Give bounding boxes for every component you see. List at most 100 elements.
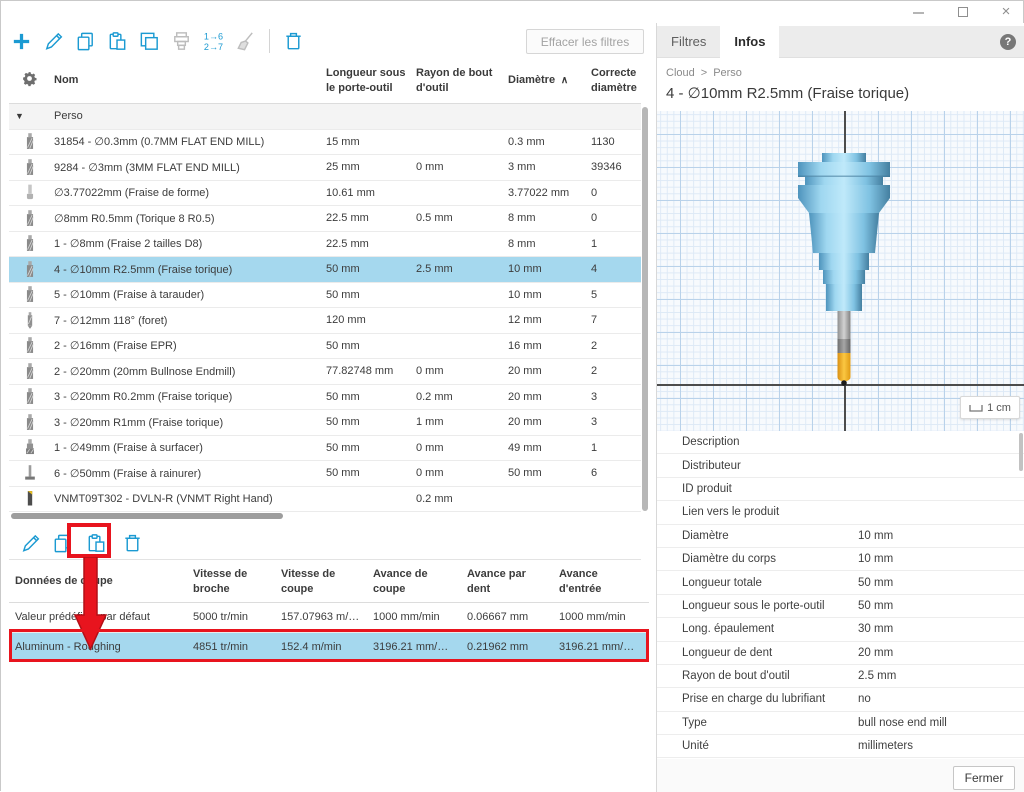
- tool-row[interactable]: 31854 - ∅0.3mm (0.7MM FLAT END MILL)15 m…: [9, 130, 641, 156]
- property-value: bull nose end mill: [852, 717, 947, 729]
- properties-scrollbar[interactable]: [1019, 433, 1023, 471]
- tool-cell-radius: 0.2 mm: [416, 391, 508, 403]
- breadcrumb-perso[interactable]: Perso: [713, 67, 742, 79]
- tool-cell-radius: 0 mm: [416, 442, 508, 454]
- paste-cutting-data-icon[interactable]: [85, 532, 109, 556]
- property-label: Longueur sous le porte-outil: [657, 600, 852, 612]
- tool-row[interactable]: 3 - ∅20mm R1mm (Fraise torique)50 mm1 mm…: [9, 410, 641, 436]
- property-value: 50 mm: [852, 577, 893, 589]
- cutting-data-toolbar: [9, 528, 641, 560]
- maximize-button-icon[interactable]: [950, 3, 976, 21]
- vertical-scrollbar[interactable]: [642, 107, 648, 513]
- panel-footer: Fermer: [657, 759, 1024, 792]
- column-header[interactable]: Correctediamètre: [591, 66, 641, 96]
- tool-row[interactable]: 4 - ∅10mm R2.5mm (Fraise torique)50 mm2.…: [9, 257, 641, 283]
- property-row: ID produit: [657, 478, 1024, 501]
- tool-cell-length: 77.82748 mm: [326, 365, 416, 377]
- tool-cell-name: 3 - ∅20mm R0.2mm (Fraise torique): [54, 390, 326, 403]
- cutting-column-header: Vitesse decoupe: [275, 567, 367, 597]
- tool-group-row[interactable]: ▼Perso: [9, 104, 641, 130]
- copy-tool-icon[interactable]: [73, 29, 98, 54]
- tool-cell-diameter: 8 mm: [508, 212, 591, 224]
- property-value: 10 mm: [852, 553, 893, 565]
- property-row: Distributeur: [657, 454, 1024, 477]
- tool-cell-length: 50 mm: [326, 289, 416, 301]
- paste-tool-icon[interactable]: [105, 29, 130, 54]
- property-label: Diamètre: [657, 530, 852, 542]
- tool-cell-diameter: 16 mm: [508, 340, 591, 352]
- cutting-column-header: Avanced'entrée: [553, 567, 649, 597]
- breadcrumb-cloud[interactable]: Cloud: [666, 67, 695, 79]
- tool-properties: DescriptionDistributeurID produitLien ve…: [657, 431, 1024, 758]
- tool-3d-viewport[interactable]: 1 cm: [657, 111, 1024, 431]
- tool-cell-length: 50 mm: [326, 416, 416, 428]
- edit-cutting-data-icon[interactable]: [19, 532, 43, 556]
- tool-cell-offset: 2: [591, 365, 641, 377]
- tool-cell-radius: 0 mm: [416, 365, 508, 377]
- property-label: Distributeur: [657, 460, 852, 472]
- property-value: 50 mm: [852, 600, 893, 612]
- column-header[interactable]: Rayon de boutd'outil: [416, 66, 508, 96]
- tool-library-panel: 1→62→7 Effacer les filtres NomLongueur s…: [1, 23, 656, 792]
- property-label: Unité: [657, 740, 852, 752]
- tool-row[interactable]: VNMT09T302 - DVLN-R (VNMT Right Hand)0.2…: [9, 487, 641, 513]
- tool-row[interactable]: 1 - ∅8mm (Fraise 2 tailles D8)22.5 mm8 m…: [9, 232, 641, 258]
- tool-holder-icon[interactable]: [169, 29, 194, 54]
- add-tool-icon[interactable]: [9, 29, 34, 54]
- main-toolbar: 1→62→7: [9, 27, 306, 55]
- clear-filters-button[interactable]: Effacer les filtres: [526, 29, 644, 54]
- close-button-icon[interactable]: ×: [993, 3, 1019, 21]
- tool-row[interactable]: 2 - ∅20mm (20mm Bullnose Endmill)77.8274…: [9, 359, 641, 385]
- tool-row[interactable]: 5 - ∅10mm (Fraise à tarauder)50 mm10 mm5: [9, 283, 641, 309]
- tool-row[interactable]: 6 - ∅50mm (Fraise à rainurer)50 mm0 mm50…: [9, 461, 641, 487]
- tool-row[interactable]: ∅3.77022mm (Fraise de forme)10.61 mm3.77…: [9, 181, 641, 207]
- tool-row[interactable]: 9284 - ∅3mm (3MM FLAT END MILL)25 mm0 mm…: [9, 155, 641, 181]
- scale-label: 1 cm: [987, 402, 1011, 414]
- tab-filtres[interactable]: Filtres: [657, 26, 720, 58]
- endmill-icon: [9, 158, 54, 177]
- renumber-tools-icon[interactable]: 1→62→7: [201, 29, 226, 54]
- property-label: Diamètre du corps: [657, 553, 852, 565]
- tool-cell-offset: 39346: [591, 161, 641, 173]
- edit-tool-icon[interactable]: [41, 29, 66, 54]
- column-header[interactable]: Diamètre ∧: [508, 73, 591, 88]
- property-label: ID produit: [657, 483, 852, 495]
- cutting-cell: 157.07963 m/…: [275, 611, 367, 623]
- property-row: Longueur totale50 mm: [657, 571, 1024, 594]
- tool-cell-name: 1 - ∅8mm (Fraise 2 tailles D8): [54, 237, 326, 250]
- horizontal-scrollbar[interactable]: [9, 512, 641, 520]
- column-settings-gear-icon[interactable]: [9, 70, 54, 92]
- duplicate-tool-icon[interactable]: [137, 29, 162, 54]
- delete-cutting-data-icon[interactable]: [121, 532, 145, 556]
- cutting-data-row[interactable]: Aluminum - Roughing4851 tr/min152.4 m/mi…: [9, 633, 649, 663]
- fermer-button[interactable]: Fermer: [953, 766, 1015, 790]
- cutting-cell: 152.4 m/min: [275, 641, 367, 653]
- tool-cell-offset: 4: [591, 263, 641, 275]
- cleanup-tools-icon[interactable]: [233, 29, 258, 54]
- tab-infos[interactable]: Infos: [720, 26, 779, 58]
- tool-row[interactable]: 2 - ∅16mm (Fraise EPR)50 mm16 mm2: [9, 334, 641, 360]
- tool-row[interactable]: 1 - ∅49mm (Fraise à surfacer)50 mm0 mm49…: [9, 436, 641, 462]
- tool-row[interactable]: ∅8mm R0.5mm (Torique 8 R0.5)22.5 mm0.5 m…: [9, 206, 641, 232]
- cutting-column-header: Avance pardent: [461, 567, 553, 597]
- tool-row[interactable]: 3 - ∅20mm R0.2mm (Fraise torique)50 mm0.…: [9, 385, 641, 411]
- tool-cell-length: 10.61 mm: [326, 187, 416, 199]
- drill-icon: [9, 311, 54, 330]
- tool-cell-diameter: 50 mm: [508, 467, 591, 479]
- tool-row[interactable]: 7 - ∅12mm 118° (foret)120 mm12 mm7: [9, 308, 641, 334]
- help-icon[interactable]: ?: [1000, 34, 1016, 50]
- delete-tool-icon[interactable]: [281, 29, 306, 54]
- tool-cell-length: 50 mm: [326, 263, 416, 275]
- tool-cell-offset: 3: [591, 416, 641, 428]
- collapse-triangle-icon[interactable]: ▼: [9, 111, 54, 121]
- endmill-icon: [9, 132, 54, 151]
- tool-cell-length: 50 mm: [326, 391, 416, 403]
- copy-cutting-data-icon[interactable]: [51, 532, 75, 556]
- column-header[interactable]: Longueur sousle porte-outil: [326, 66, 416, 96]
- tool-cell-name: 31854 - ∅0.3mm (0.7MM FLAT END MILL): [54, 135, 326, 148]
- column-header[interactable]: Nom: [54, 73, 326, 88]
- cutting-cell: 5000 tr/min: [187, 611, 275, 623]
- cutting-cell: 1000 mm/min: [553, 611, 649, 623]
- cutting-data-row[interactable]: Valeur prédéfinie par défaut5000 tr/min1…: [9, 603, 649, 633]
- minimize-button-icon[interactable]: [905, 3, 931, 21]
